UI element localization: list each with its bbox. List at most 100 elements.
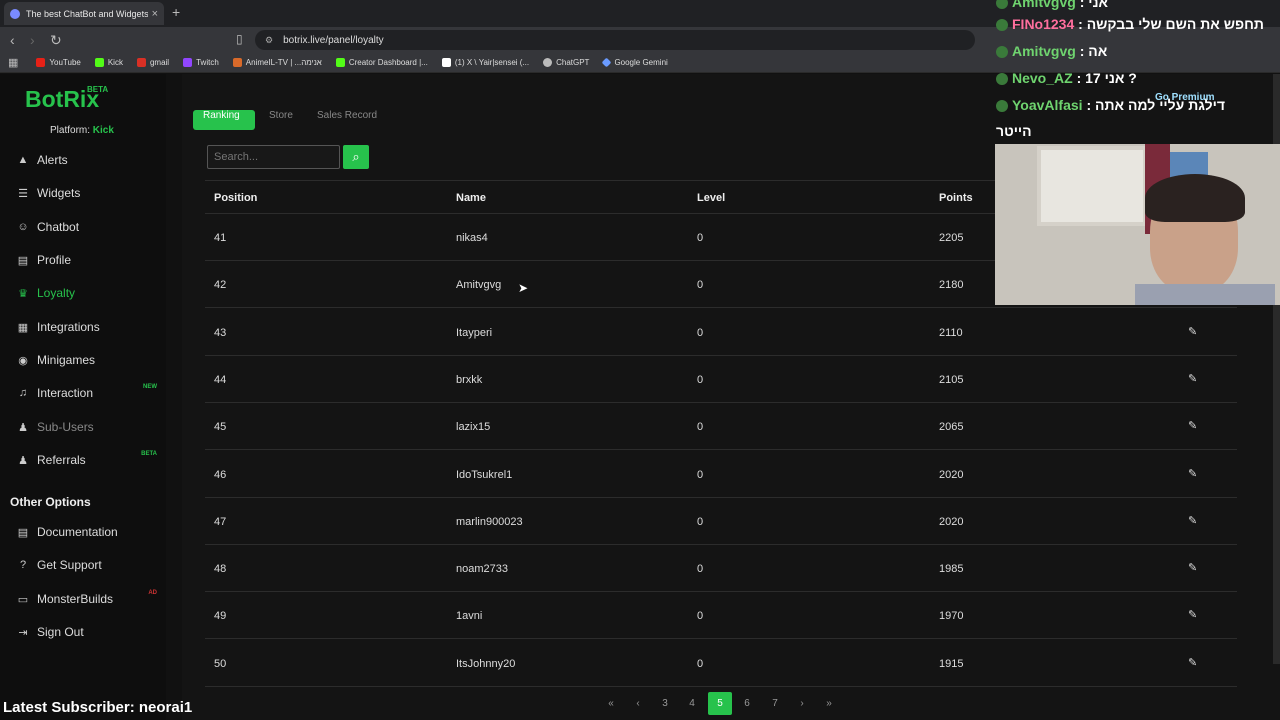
webcam-overlay [995,144,1280,305]
sidebar-item-referrals[interactable]: ♟ Referrals BETA [0,445,166,475]
sidebar-item-get-support[interactable]: ? Get Support [0,550,166,580]
webcam-hair-shape [1145,174,1245,222]
forward-icon[interactable]: › [30,32,35,48]
column-level[interactable]: Level [697,192,725,204]
sidebar-item-minigames[interactable]: ◉ Minigames [0,345,166,375]
search-input[interactable] [207,145,340,169]
search-button[interactable]: ⌕ [343,145,369,169]
bookmark-gmail[interactable]: gmail [136,58,169,67]
edit-icon[interactable]: ✎ [1188,467,1197,480]
table-row: 43 Itayperi 0 2110 ✎ [205,309,1237,356]
bookmark-label: YouTube [49,58,81,67]
cell-position: 45 [214,421,227,434]
sidebar-item-widgets[interactable]: ☰ Widgets [0,178,166,208]
page-button[interactable]: 3 [653,692,677,715]
sidebar-item-interaction[interactable]: ♫ Interaction NEW [0,378,166,408]
close-tab-icon[interactable]: × [152,8,158,20]
page-button[interactable]: 6 [735,692,759,715]
sidebar-item-label: Profile [37,253,72,267]
chevron-left-icon: ‹ [636,698,640,709]
back-icon[interactable]: ‹ [10,32,15,48]
sidebar-item-label: Widgets [37,186,81,200]
go-premium-label: Go Premium [1155,92,1215,103]
users-icon: ♟ [18,421,28,434]
chat-badge-icon [996,73,1008,86]
sidebar-item-loyalty[interactable]: ♛ Loyalty [0,278,166,308]
cell-points: 2105 [939,373,964,386]
last-page-button[interactable]: » [817,692,841,715]
page-button[interactable]: 7 [763,692,787,715]
table-row: 44 brxkk 0 2105 ✎ [205,356,1237,403]
edit-icon[interactable]: ✎ [1188,608,1197,621]
cell-level: 0 [697,515,704,528]
edit-icon[interactable]: ✎ [1188,325,1197,338]
tab-sales-record[interactable]: Sales Record [307,110,393,130]
cell-points: 2180 [939,279,964,292]
sidebar-item-sign-out[interactable]: ⇥ Sign Out [0,617,166,647]
cell-level: 0 [697,232,704,244]
webcam-shirt-shape [1135,284,1275,305]
prev-page-button[interactable]: ‹ [626,692,650,715]
bookmark-chatgpt[interactable]: ChatGPT [543,58,589,67]
new-tab-icon[interactable]: + [172,4,180,20]
mouse-cursor: ➤ [518,281,529,295]
address-bar[interactable]: ⚙ botrix.live/panel/loyalty [255,30,975,50]
page-number: 4 [689,698,695,709]
sidebar-item-label: Chatbot [37,220,80,234]
sidebar-item-documentation[interactable]: ▤ Documentation [0,517,166,547]
cell-position: 41 [214,232,227,244]
bookmark-gemini[interactable]: Google Gemini [601,57,668,68]
sidebar-item-profile[interactable]: ▤ Profile [0,245,166,275]
page-button[interactable]: 4 [680,692,704,715]
sidebar-item-chatbot[interactable]: ☺ Chatbot [0,212,166,242]
cell-position: 44 [214,373,227,386]
sidebar-item-alerts[interactable]: ▲ Alerts [0,145,166,175]
cell-name: 1avni [456,610,483,623]
column-position[interactable]: Position [214,192,257,204]
first-page-button[interactable]: « [599,692,623,715]
bookmark-icon[interactable]: ▯ [236,32,243,46]
sidebar-item-integrations[interactable]: ▦ Integrations [0,312,166,342]
bookmark-animeil[interactable]: AnimeIL-TV | ...אנימה [232,58,322,67]
nav-badge: AD [148,590,157,596]
sidebar-item-sub-users[interactable]: ♟ Sub-Users [0,412,166,442]
column-name[interactable]: Name [456,192,486,204]
bookmark-creator-dashboard[interactable]: Creator Dashboard |... [335,58,428,67]
sidebar-item-monsterbuilds[interactable]: ▭ MonsterBuilds AD [0,584,166,614]
tab-ranking[interactable]: Ranking [193,110,255,130]
edit-icon[interactable]: ✎ [1188,656,1197,669]
edit-icon[interactable]: ✎ [1188,514,1197,527]
column-points[interactable]: Points [939,192,973,204]
chat-message: FINo1234 : תחפש את השם שלי בבקשה [996,16,1280,38]
chat-username: YoavAlfasi [1012,97,1083,113]
next-page-button[interactable]: › [790,692,814,715]
bookmark-kick[interactable]: Kick [94,58,123,67]
sidebar-item-label: Sign Out [37,625,84,639]
tab-store[interactable]: Store [259,110,307,130]
edit-icon[interactable]: ✎ [1188,419,1197,432]
edit-icon[interactable]: ✎ [1188,561,1197,574]
platform-indicator: Platform: Kick [50,125,114,136]
bookmark-x[interactable]: (1) X \ Yair|sensei (... [441,58,530,67]
current-page-button[interactable]: 5 [708,692,732,715]
chat-message: הייטר [996,123,1280,145]
apps-icon[interactable]: ▦ [8,56,18,69]
sidebar-item-label: Interaction [37,386,94,400]
browser-tab[interactable]: The best ChatBot and Widgets f... × [4,2,164,25]
cell-level: 0 [697,468,704,481]
bookmark-youtube[interactable]: YouTube [36,58,81,67]
cell-position: 46 [214,468,227,481]
cell-points: 2110 [939,326,963,339]
chat-badge-icon [996,0,1008,10]
edit-icon[interactable]: ✎ [1188,372,1197,385]
cell-name: marlin900023 [456,515,523,528]
gemini-icon [601,57,612,68]
site-info-icon[interactable]: ⚙ [265,35,273,46]
double-chevron-left-icon: « [608,698,614,709]
latest-subscriber-overlay: Latest Subscriber: neorai1 [3,699,193,716]
bookmark-label: (1) X \ Yair|sensei (... [454,58,530,67]
reload-icon[interactable]: ↻ [50,32,62,49]
chat-text: : תחפש את השם שלי בבקשה [1078,16,1264,32]
other-options-heading: Other Options [10,495,91,509]
bookmark-twitch[interactable]: Twitch [183,58,219,67]
